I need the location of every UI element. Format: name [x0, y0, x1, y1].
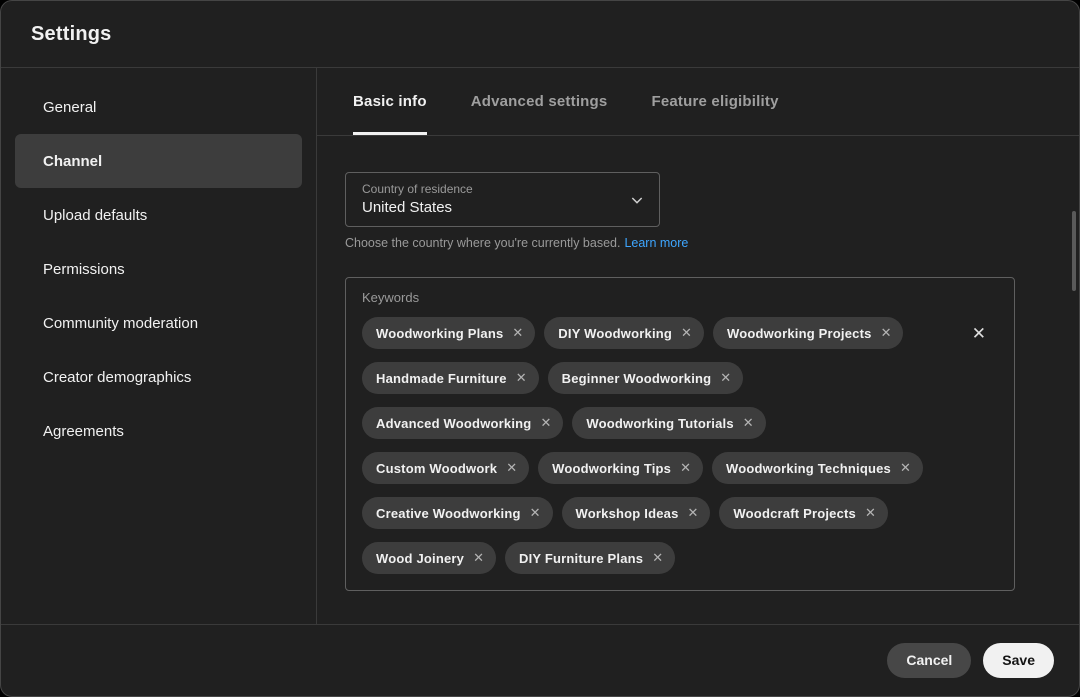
keyword-chip: Woodworking Projects ✕ [713, 317, 904, 349]
settings-dialog: Settings General Channel Upload defaults… [0, 0, 1080, 697]
keyword-chip-label: Woodworking Techniques [726, 461, 891, 476]
learn-more-link[interactable]: Learn more [624, 236, 688, 250]
tab-basic-info[interactable]: Basic info [353, 68, 427, 135]
remove-keyword-icon[interactable]: ✕ [688, 505, 699, 521]
sidebar-item-permissions[interactable]: Permissions [15, 242, 302, 296]
keyword-chip-list: Woodworking Plans ✕ DIY Woodworking ✕ Wood… [362, 317, 924, 574]
country-field-label: Country of residence [362, 182, 643, 196]
remove-keyword-icon[interactable]: ✕ [720, 370, 731, 386]
keyword-chip: Wood Joinery ✕ [362, 542, 496, 574]
keyword-chip: Beginner Woodworking ✕ [548, 362, 744, 394]
basic-info-panel: Country of residence United States Choos… [317, 136, 1079, 624]
sidebar-item-label: Permissions [43, 261, 125, 278]
sidebar-item-agreements[interactable]: Agreements [15, 404, 302, 458]
keyword-chip: Handmade Furniture ✕ [362, 362, 539, 394]
remove-keyword-icon[interactable]: ✕ [530, 505, 541, 521]
keyword-chip-label: DIY Furniture Plans [519, 551, 643, 566]
keyword-chip-label: Custom Woodwork [376, 461, 497, 476]
keyword-chip-label: Advanced Woodworking [376, 416, 531, 431]
sidebar-item-general[interactable]: General [15, 80, 302, 134]
remove-keyword-icon[interactable]: ✕ [506, 460, 517, 476]
keyword-chip-label: Woodworking Tutorials [586, 416, 733, 431]
sidebar-item-upload-defaults[interactable]: Upload defaults [15, 188, 302, 242]
keyword-chip: Creative Woodworking ✕ [362, 497, 553, 529]
cancel-button[interactable]: Cancel [887, 643, 971, 678]
keyword-chip: Woodworking Techniques ✕ [712, 452, 923, 484]
remove-keyword-icon[interactable]: ✕ [680, 460, 691, 476]
remove-keyword-icon[interactable]: ✕ [743, 415, 754, 431]
keyword-chip-label: Woodworking Tips [552, 461, 671, 476]
keyword-chip-label: Wood Joinery [376, 551, 464, 566]
keyword-chip: Woodcraft Projects ✕ [719, 497, 887, 529]
keyword-chip: Woodworking Tutorials ✕ [572, 407, 765, 439]
country-helper-text-body: Choose the country where you're currentl… [345, 236, 620, 250]
remove-keyword-icon[interactable]: ✕ [516, 370, 527, 386]
clear-keywords-icon[interactable]: ✕ [972, 324, 986, 344]
page-title: Settings [31, 23, 112, 46]
sidebar-item-label: General [43, 99, 96, 116]
sidebar-item-community-moderation[interactable]: Community moderation [15, 296, 302, 350]
keyword-chip-label: Beginner Woodworking [562, 371, 712, 386]
keyword-chip-label: Woodworking Plans [376, 326, 503, 341]
settings-sidebar: General Channel Upload defaults Permissi… [1, 68, 317, 624]
remove-keyword-icon[interactable]: ✕ [881, 325, 892, 341]
sidebar-item-label: Upload defaults [43, 207, 147, 224]
remove-keyword-icon[interactable]: ✕ [681, 325, 692, 341]
country-field-value: United States [362, 199, 643, 216]
keyword-chip: Custom Woodwork ✕ [362, 452, 529, 484]
remove-keyword-icon[interactable]: ✕ [652, 550, 663, 566]
keyword-chip-label: Woodcraft Projects [733, 506, 856, 521]
keyword-chip: DIY Furniture Plans ✕ [505, 542, 675, 574]
tab-advanced-settings[interactable]: Advanced settings [471, 68, 608, 135]
sidebar-item-label: Channel [43, 153, 102, 170]
country-helper-text: Choose the country where you're currentl… [345, 236, 1079, 250]
chevron-down-icon [629, 192, 645, 208]
tab-bar: Basic info Advanced settings Feature eli… [317, 68, 1079, 136]
remove-keyword-icon[interactable]: ✕ [900, 460, 911, 476]
remove-keyword-icon[interactable]: ✕ [865, 505, 876, 521]
keyword-chip: DIY Woodworking ✕ [544, 317, 704, 349]
tab-feature-eligibility[interactable]: Feature eligibility [651, 68, 778, 135]
keyword-chip: Advanced Woodworking ✕ [362, 407, 563, 439]
keyword-chip-label: DIY Woodworking [558, 326, 672, 341]
sidebar-item-channel[interactable]: Channel [15, 134, 302, 188]
scrollbar-thumb[interactable] [1072, 211, 1076, 291]
remove-keyword-icon[interactable]: ✕ [540, 415, 551, 431]
save-button[interactable]: Save [983, 643, 1054, 678]
sidebar-item-label: Community moderation [43, 315, 198, 332]
keyword-chip-label: Woodworking Projects [727, 326, 872, 341]
dialog-footer: Cancel Save [1, 624, 1079, 695]
dialog-body: General Channel Upload defaults Permissi… [1, 68, 1079, 624]
country-of-residence-dropdown[interactable]: Country of residence United States [345, 172, 660, 227]
remove-keyword-icon[interactable]: ✕ [512, 325, 523, 341]
sidebar-item-label: Creator demographics [43, 369, 191, 386]
remove-keyword-icon[interactable]: ✕ [473, 550, 484, 566]
sidebar-item-label: Agreements [43, 423, 124, 440]
keywords-field[interactable]: Keywords Woodworking Plans ✕ DIY Woodwork… [345, 277, 1015, 591]
keyword-chip-label: Handmade Furniture [376, 371, 507, 386]
keyword-chip-label: Creative Woodworking [376, 506, 521, 521]
keyword-chip-label: Workshop Ideas [576, 506, 679, 521]
sidebar-item-creator-demographics[interactable]: Creator demographics [15, 350, 302, 404]
keywords-field-label: Keywords [362, 290, 998, 305]
channel-settings-content: Basic info Advanced settings Feature eli… [317, 68, 1079, 624]
keyword-chip: Woodworking Tips ✕ [538, 452, 703, 484]
keyword-chip: Workshop Ideas ✕ [562, 497, 711, 529]
keyword-chip: Woodworking Plans ✕ [362, 317, 535, 349]
dialog-header: Settings [1, 1, 1079, 68]
